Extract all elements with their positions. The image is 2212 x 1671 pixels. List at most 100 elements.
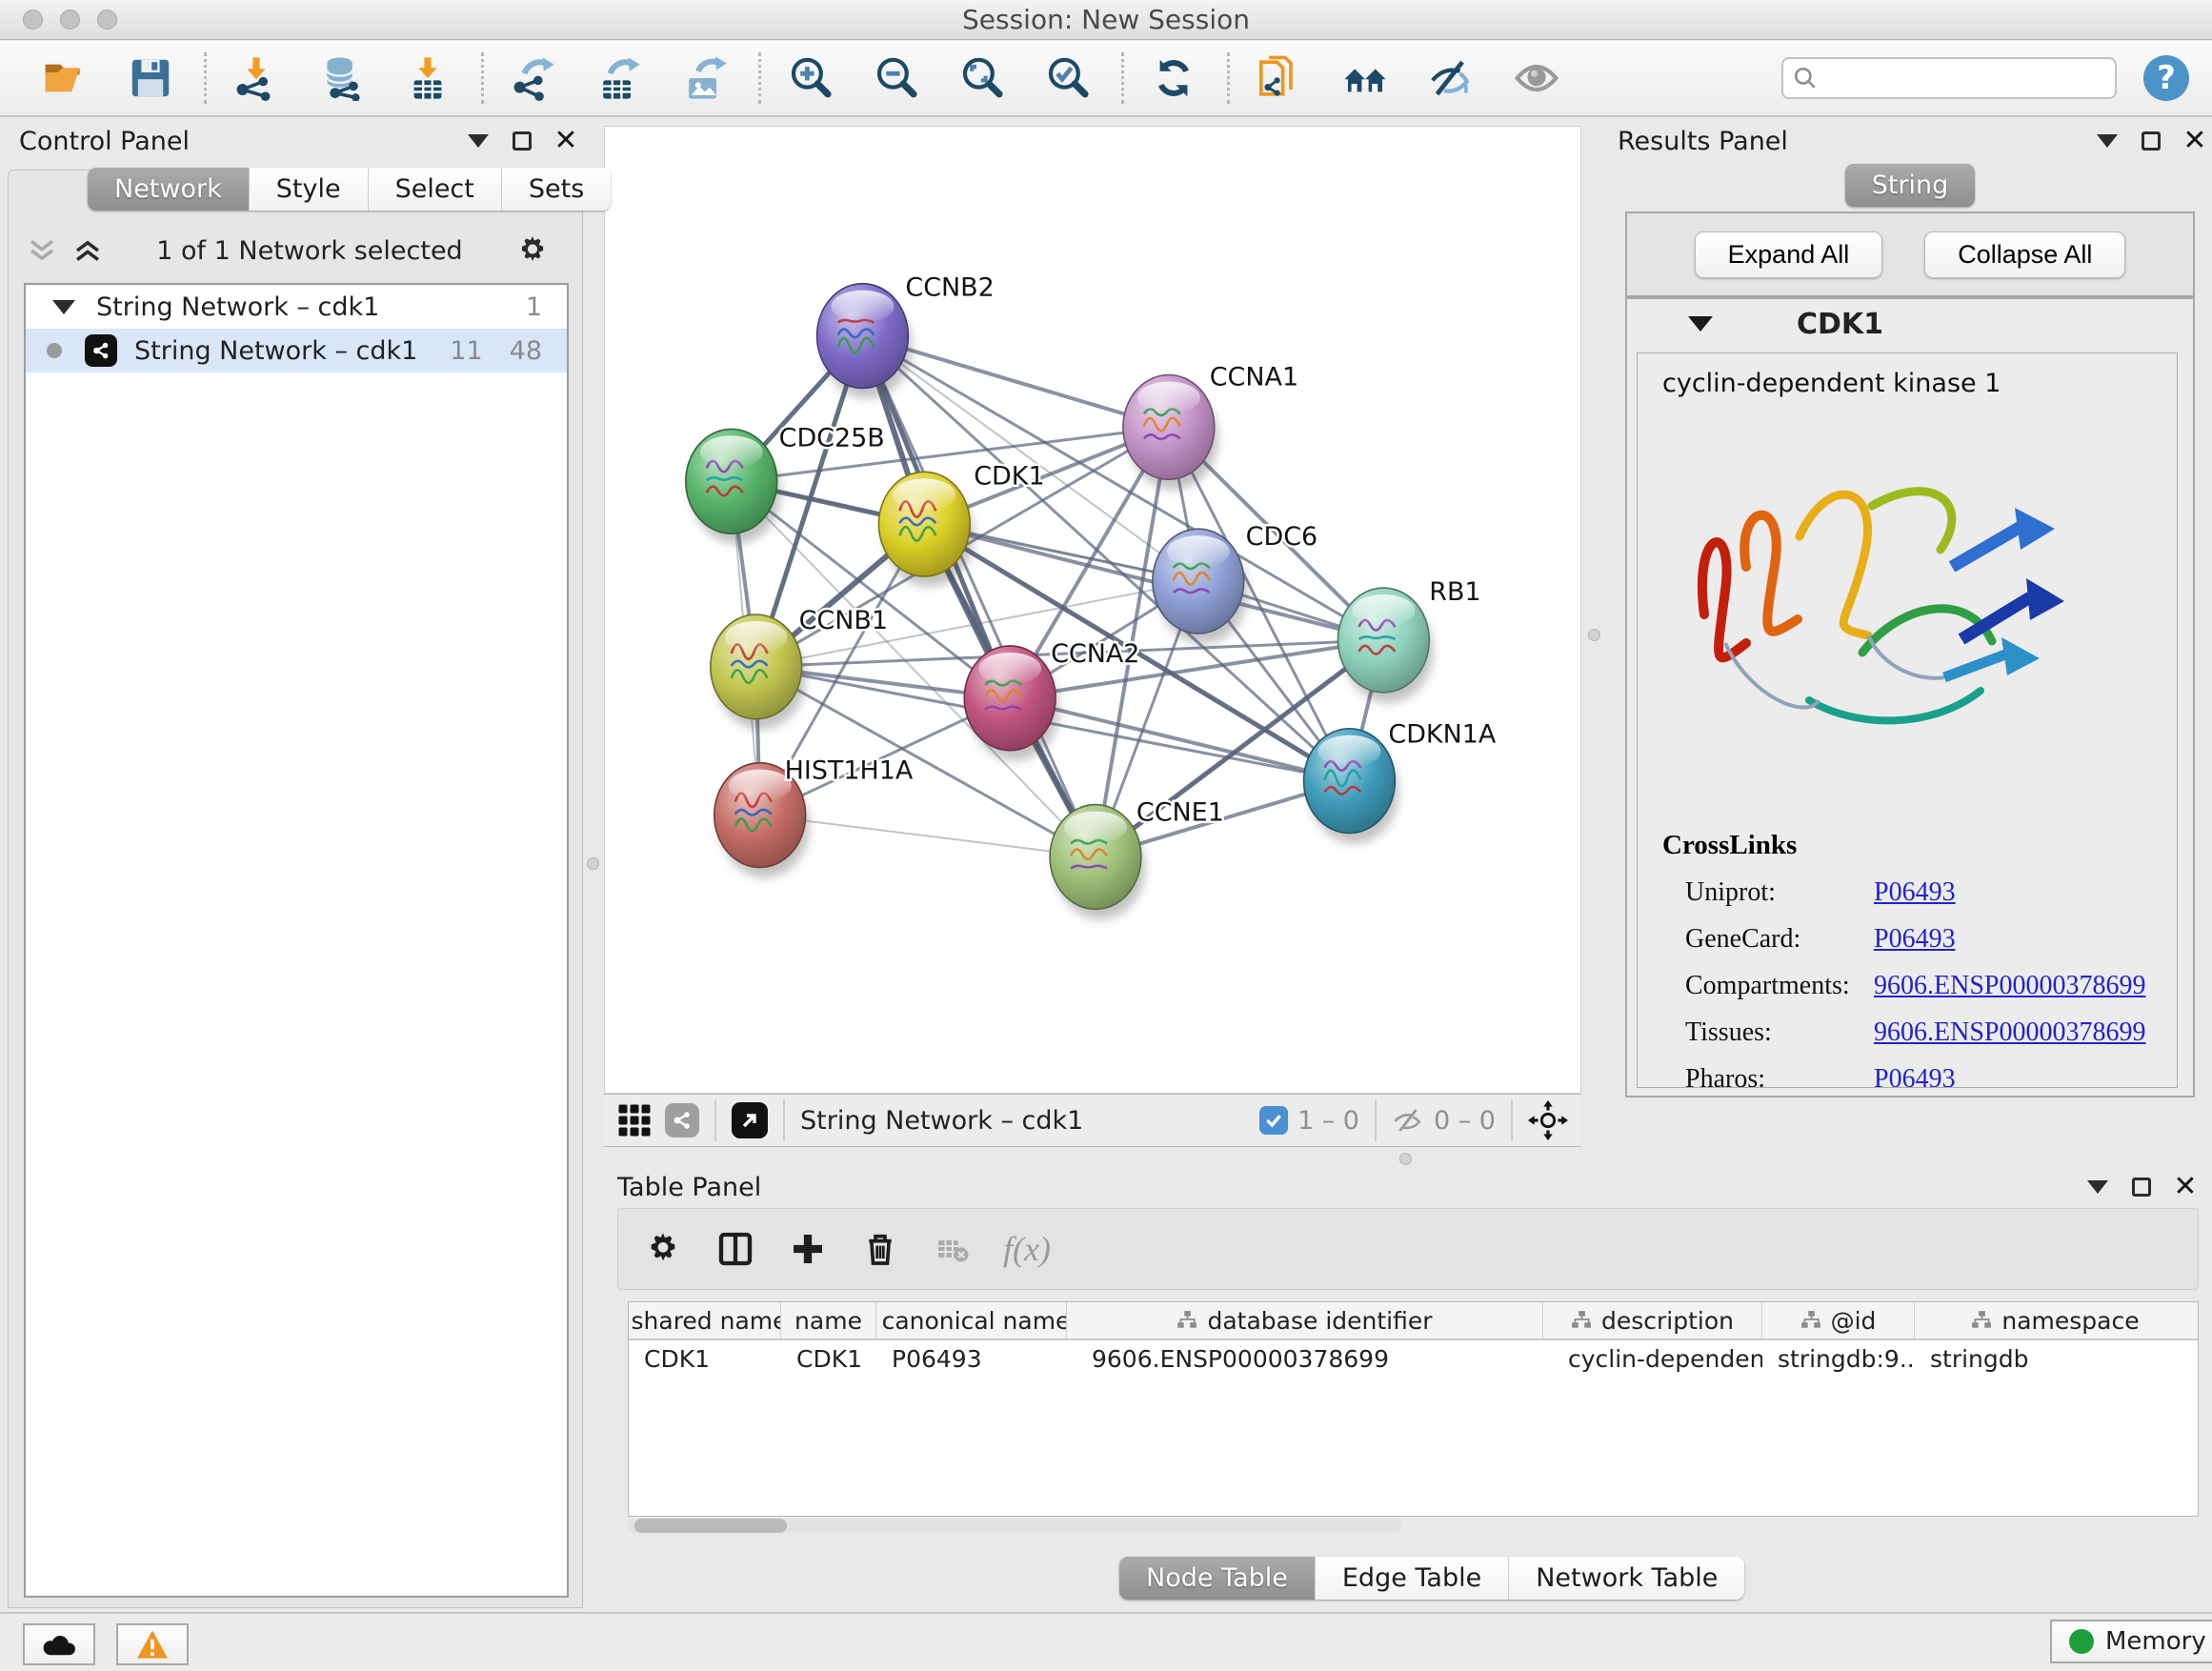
crosslink-uniprot-link[interactable]: P06493 (1874, 877, 1956, 908)
import-network-database-button[interactable] (317, 53, 367, 103)
collection-count: 1 (526, 292, 542, 322)
collapse-all-button[interactable]: Collapse All (1924, 232, 2125, 278)
current-network-dot (47, 343, 62, 358)
tab-network-table[interactable]: Network Table (1509, 1557, 1744, 1600)
delete-column-button[interactable] (858, 1227, 902, 1271)
column-header-id[interactable]: @id (1762, 1302, 1915, 1339)
tab-sets[interactable]: Sets (502, 168, 611, 211)
crosslink-label: GeneCard: (1662, 924, 1874, 955)
network-collection-row[interactable]: String Network – cdk1 1 (26, 285, 567, 329)
tab-edge-table[interactable]: Edge Table (1316, 1557, 1509, 1600)
network-options-gear-button[interactable] (515, 233, 550, 268)
zoom-fit-button[interactable] (957, 53, 1007, 103)
network-row-selected[interactable]: String Network – cdk1 11 48 (26, 329, 567, 372)
help-button[interactable]: ? (2143, 55, 2189, 101)
tree-expander-icon[interactable] (52, 300, 75, 314)
export-image-button[interactable] (680, 53, 730, 103)
network-edge[interactable] (760, 815, 1096, 857)
show-eye-button[interactable] (1512, 53, 1561, 103)
crosslink-compartments-link[interactable]: 9606.ENSP00000378699 (1874, 971, 2145, 1001)
vertical-splitter-handle[interactable] (1588, 629, 1600, 641)
panel-float-button[interactable] (2124, 1173, 2159, 1201)
expand-all-button[interactable]: Expand All (1695, 232, 1883, 278)
network-collection-list: String Network – cdk1 1 String Network –… (24, 283, 569, 1598)
memory-button[interactable]: Memory (2050, 1620, 2212, 1663)
save-session-button[interactable] (126, 53, 175, 103)
search-field[interactable] (1781, 57, 2117, 99)
close-icon: ✕ (2173, 1173, 2197, 1201)
tab-network[interactable]: Network (88, 168, 250, 211)
save-floppy-icon (128, 55, 173, 101)
hide-glasses-button[interactable] (1426, 53, 1476, 103)
vertical-splitter-handle[interactable] (587, 857, 599, 870)
hierarchy-icon (1800, 1310, 1821, 1331)
refresh-button[interactable] (1149, 53, 1198, 103)
search-icon (1793, 66, 1818, 91)
network-node-count: 11 (450, 336, 482, 366)
panel-float-button[interactable] (505, 127, 539, 155)
add-column-button[interactable] (786, 1227, 830, 1271)
string-home-button[interactable] (1340, 53, 1390, 103)
node-label-CDC25B: CDC25B (779, 423, 885, 453)
column-header-description[interactable]: description (1543, 1302, 1762, 1339)
entry-collapse-icon[interactable] (1688, 316, 1713, 332)
crosslink-genecard-link[interactable]: P06493 (1874, 924, 1956, 955)
toolbar-divider (204, 52, 207, 104)
column-header-name[interactable]: name (781, 1302, 876, 1339)
detach-view-button[interactable] (732, 1102, 768, 1138)
panel-float-button[interactable] (2134, 127, 2168, 155)
panel-menu-button[interactable] (2081, 1173, 2115, 1201)
fit-content-crosshair-button[interactable] (1528, 1100, 1568, 1140)
node-label-RB1: RB1 (1429, 577, 1480, 607)
zoom-in-button[interactable] (786, 53, 835, 103)
tab-style[interactable]: Style (250, 168, 369, 211)
export-network-button[interactable] (509, 53, 558, 103)
panel-menu-button[interactable] (461, 127, 495, 155)
crosslink-pharos-link[interactable]: P06493 (1874, 1064, 1956, 1088)
warnings-button[interactable] (116, 1623, 189, 1665)
tab-select[interactable]: Select (369, 168, 502, 211)
column-header-canonical-name[interactable]: canonical name (876, 1302, 1067, 1339)
database-icon (319, 55, 365, 101)
collection-label: String Network – cdk1 (96, 292, 379, 322)
open-session-button[interactable] (40, 53, 90, 103)
column-header-shared-name[interactable]: shared name (629, 1302, 781, 1339)
node-label-CDC6: CDC6 (1246, 522, 1318, 552)
import-table-button[interactable] (403, 53, 452, 103)
export-network-icon (511, 55, 556, 101)
horizontal-splitter-handle[interactable] (1399, 1153, 1412, 1165)
grid-view-button[interactable] (617, 1103, 652, 1137)
hidden-eye-slash-icon (1392, 1106, 1424, 1135)
string-network-icon (85, 334, 117, 367)
show-columns-button[interactable] (714, 1227, 757, 1271)
horizontal-scrollbar[interactable] (628, 1519, 1401, 1533)
tab-node-table[interactable]: Node Table (1119, 1557, 1316, 1600)
node-table: shared name name canonical name database… (628, 1301, 2199, 1517)
column-header-namespace[interactable]: namespace (1915, 1302, 2196, 1339)
network-edge[interactable] (1010, 698, 1349, 781)
panel-menu-button[interactable] (2090, 127, 2124, 155)
panel-close-button[interactable]: ✕ (549, 127, 583, 155)
table-row[interactable]: CDK1 CDK1 P06493 9606.ENSP00000378699 cy… (629, 1340, 2198, 1377)
column-header-database-identifier[interactable]: database identifier (1067, 1302, 1543, 1339)
tab-string[interactable]: String (1845, 164, 1976, 207)
crosslink-tissues-link[interactable]: 9606.ENSP00000378699 (1874, 1017, 2145, 1048)
panel-close-button[interactable]: ✕ (2168, 1173, 2202, 1201)
export-table-button[interactable] (594, 53, 644, 103)
import-network-button[interactable] (231, 53, 281, 103)
collapse-all-button[interactable] (26, 236, 58, 265)
chevron-down-icon (468, 134, 489, 148)
zoom-out-button[interactable] (872, 53, 921, 103)
panel-close-button[interactable]: ✕ (2178, 127, 2212, 155)
entry-description: cyclin-dependent kinase 1 (1638, 353, 2177, 398)
search-input[interactable] (1818, 64, 2094, 92)
zoom-selected-button[interactable] (1043, 53, 1093, 103)
table-options-gear-button[interactable] (641, 1227, 685, 1271)
open-in-browser-button[interactable] (1255, 53, 1304, 103)
network-canvas[interactable]: CCNB2CCNA1CDC25BCDK1CDC6RB1CCNB1CCNA2CDK… (604, 126, 1581, 1094)
selected-checkbox[interactable] (1259, 1106, 1288, 1135)
cloud-status-button[interactable] (23, 1623, 95, 1665)
expand-all-button[interactable] (71, 236, 104, 265)
string-view-button[interactable] (665, 1103, 699, 1137)
scrollbar-thumb[interactable] (634, 1519, 787, 1533)
